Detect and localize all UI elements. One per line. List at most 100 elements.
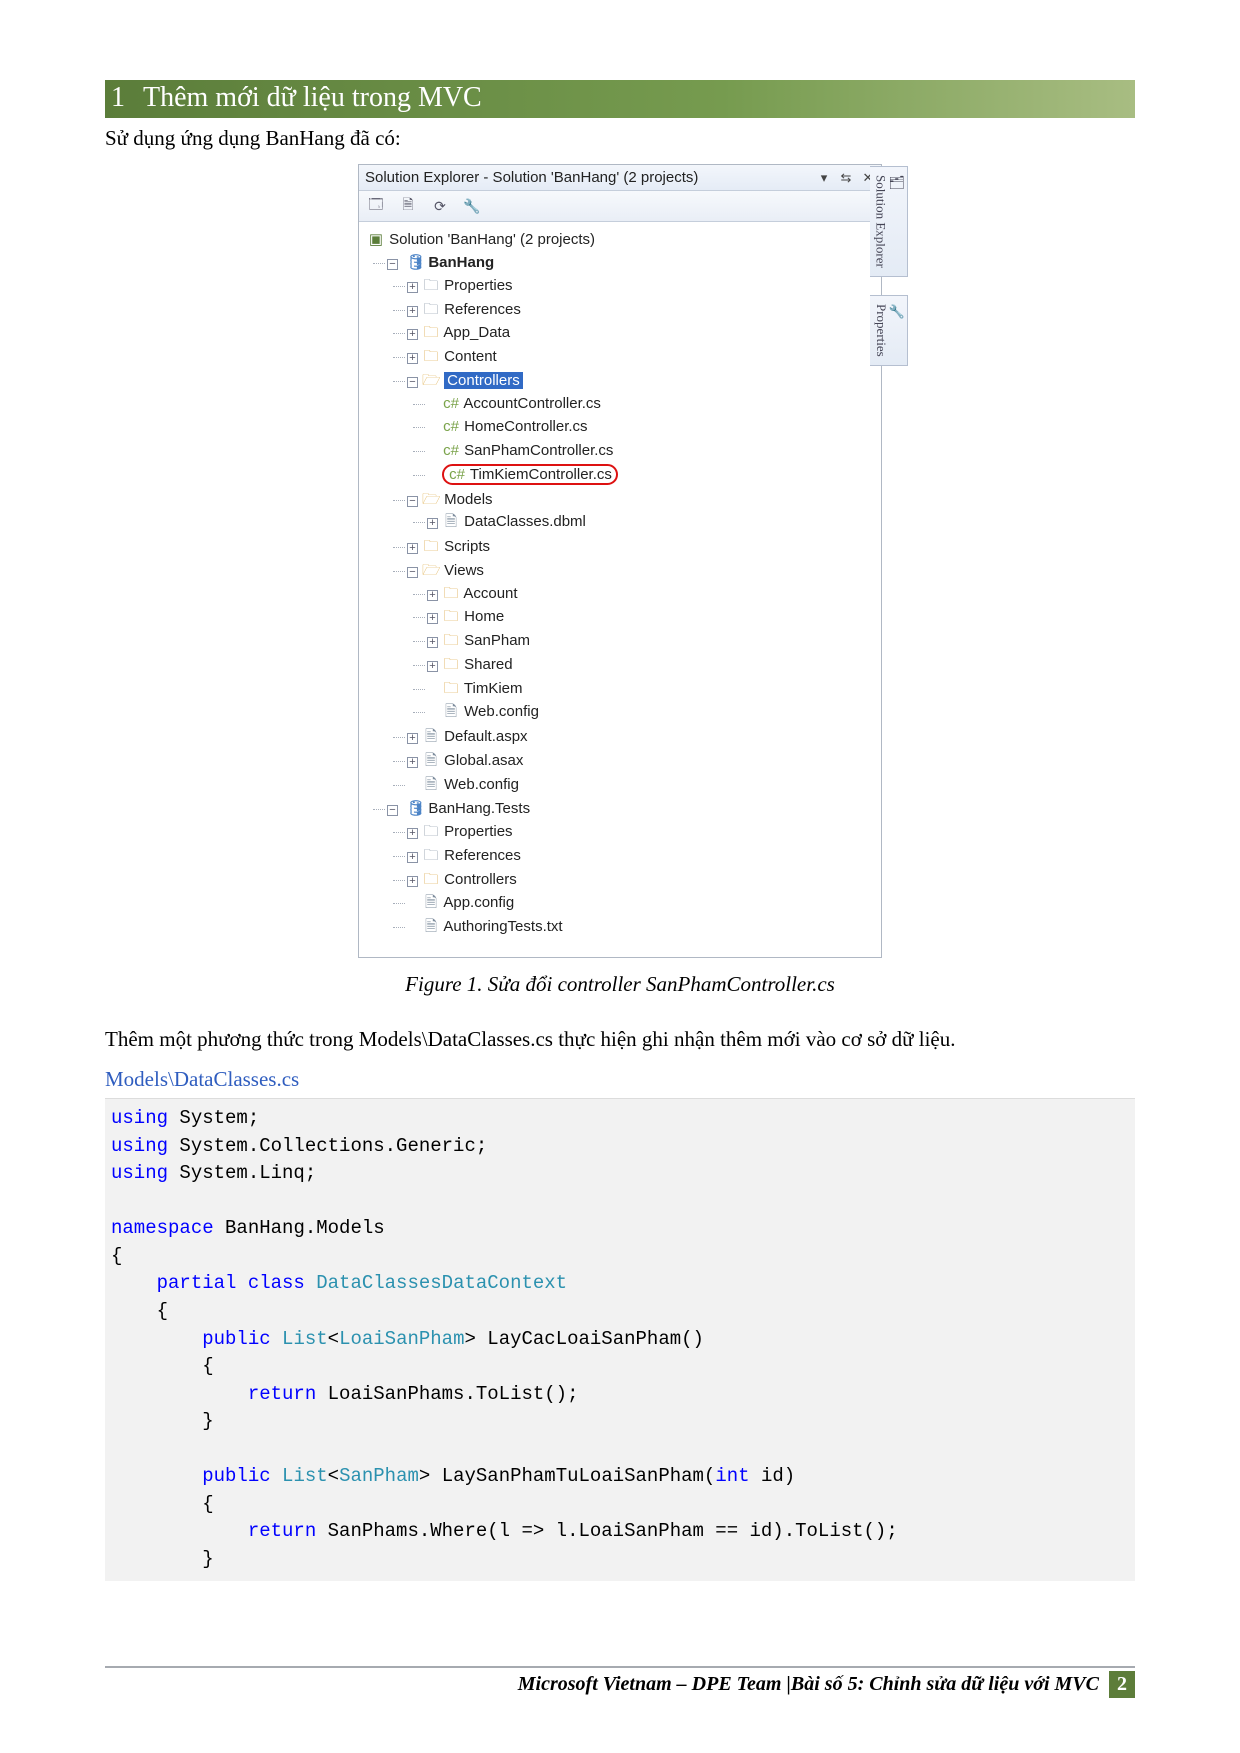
explorer-toolbar: 🗔 🗎 ⟳ 🔧 (359, 191, 881, 222)
tree-node-file[interactable]: +🗎 Default.aspx (407, 725, 877, 749)
tree-node-file[interactable]: 🗎 Web.config (407, 773, 877, 797)
tree-node[interactable]: +🗀 References (407, 298, 877, 322)
expand-icon[interactable]: + (407, 828, 418, 839)
show-all-icon[interactable]: 🗎 (397, 195, 419, 217)
tab-properties[interactable]: 🔧Properties (870, 295, 908, 366)
folder-icon: 🗀 (422, 322, 440, 344)
tree-node-file[interactable]: + 🗎 DataClasses.dbml (427, 510, 877, 534)
tree-node-file[interactable]: 🗎 App.config (407, 891, 877, 915)
tree-label: App_Data (443, 324, 510, 341)
csharp-file-icon: c# (442, 393, 460, 415)
expand-icon[interactable]: + (427, 637, 438, 648)
tree-label: Properties (444, 823, 512, 840)
properties-folder-icon: 🗀 (422, 275, 440, 297)
tab-label: Properties (874, 304, 889, 357)
intro-paragraph: Sử dụng ứng dụng BanHang đã có: (105, 124, 1135, 152)
tree-label: Properties (444, 277, 512, 294)
config-file-icon: 🗎 (422, 892, 440, 914)
properties-icon[interactable]: 🗔 (365, 195, 387, 217)
dbml-file-icon: 🗎 (442, 511, 460, 533)
csharp-file-icon: c# (442, 440, 460, 462)
pin-icon[interactable]: ⇆ (839, 171, 853, 185)
expand-icon[interactable]: + (427, 518, 438, 529)
folder-icon: 🗀 (422, 869, 440, 891)
expand-icon[interactable]: + (407, 353, 418, 364)
tree-label: Web.config (464, 703, 539, 720)
tab-label: Solution Explorer (873, 175, 888, 268)
tree-node-file[interactable]: c# AccountController.cs (427, 392, 877, 416)
tree-node-file-highlighted[interactable]: c# TimKiemController.cs (427, 463, 877, 487)
dropdown-icon[interactable]: ▾ (817, 171, 831, 185)
view-code-icon[interactable]: 🔧 (461, 195, 483, 217)
tree-node-file[interactable]: c# SanPhamController.cs (427, 439, 877, 463)
tree-label: Account (463, 585, 517, 602)
file-path-link: Models\DataClasses.cs (105, 1067, 1135, 1092)
expand-icon[interactable]: + (407, 543, 418, 554)
expand-icon[interactable]: + (427, 590, 438, 601)
tree-label: AccountController.cs (463, 395, 601, 412)
solution-tree[interactable]: ▣ Solution 'BanHang' (2 projects) − 🛢 Ba… (359, 222, 881, 957)
folder-icon: 🗀 (442, 630, 460, 652)
expand-icon[interactable]: + (407, 733, 418, 744)
collapse-icon[interactable]: − (407, 496, 418, 507)
expand-icon[interactable]: + (407, 306, 418, 317)
expand-icon[interactable]: + (427, 661, 438, 672)
tree-label: Content (444, 348, 497, 365)
tree-node-file[interactable]: c# HomeController.cs (427, 415, 877, 439)
footer-text: Microsoft Vietnam – DPE Team |Bài số 5: … (518, 1673, 1099, 1696)
expand-icon[interactable]: + (407, 329, 418, 340)
expand-icon[interactable]: + (407, 876, 418, 887)
tree-node[interactable]: +🗀 Home (427, 605, 877, 629)
solution-icon: ▣ (367, 229, 385, 251)
tree-node[interactable]: +🗀 References (407, 844, 877, 868)
folder-icon: 🗀 (442, 654, 460, 676)
tree-label: HomeController.cs (464, 418, 587, 435)
collapse-icon[interactable]: − (407, 377, 418, 388)
refresh-icon[interactable]: ⟳ (429, 195, 451, 217)
expand-icon[interactable]: + (407, 852, 418, 863)
tree-node[interactable]: +🗀 Scripts (407, 535, 877, 559)
aspx-file-icon: 🗎 (422, 726, 440, 748)
folder-icon: 🗀 (422, 346, 440, 368)
tree-label: Solution 'BanHang' (2 projects) (389, 231, 595, 248)
solution-explorer-panel: Solution Explorer - Solution 'BanHang' (… (358, 164, 882, 958)
expand-icon[interactable]: + (407, 757, 418, 768)
collapse-icon[interactable]: − (407, 567, 418, 578)
tree-node-views[interactable]: −🗁 Views +🗀 Account +🗀 Home +🗀 SanPham +… (407, 559, 877, 725)
tree-label: BanHang.Tests (428, 800, 530, 817)
tree-node[interactable]: +🗀 Account (427, 582, 877, 606)
collapse-icon[interactable]: − (387, 259, 398, 270)
collapse-icon[interactable]: − (387, 805, 398, 816)
expand-icon[interactable]: + (427, 613, 438, 624)
tree-node[interactable]: + 🗀 Properties (407, 274, 877, 298)
tree-node-project[interactable]: − 🛢 BanHang.Tests +🗀 Properties +🗀 Refer… (387, 797, 877, 940)
tree-label: Global.asax (444, 752, 523, 769)
tree-root[interactable]: ▣ Solution 'BanHang' (2 projects) − 🛢 Ba… (367, 228, 877, 941)
references-folder-icon: 🗀 (422, 845, 440, 867)
tree-node-models[interactable]: −🗁 Models +🗎 DataClasses.dbml (407, 488, 877, 536)
tree-label: DataClasses.dbml (464, 513, 586, 530)
tab-solution-explorer[interactable]: 🗂Solution Explorer (870, 166, 908, 277)
expand-icon[interactable]: + (407, 282, 418, 293)
tree-label: Views (444, 562, 484, 579)
tree-node[interactable]: 🗀 TimKiem (427, 677, 877, 701)
tree-node-file[interactable]: 🗎 AuthoringTests.txt (407, 915, 877, 939)
tree-node[interactable]: +🗀 Properties (407, 820, 877, 844)
tree-node-file[interactable]: +🗎 Global.asax (407, 749, 877, 773)
tree-node[interactable]: +🗀 Shared (427, 653, 877, 677)
tree-node-project[interactable]: − 🛢 BanHang +🗀 Properties +🗀 References … (387, 251, 877, 797)
tree-label: AuthoringTests.txt (443, 918, 562, 935)
tree-label: Controllers (444, 871, 517, 888)
tree-node[interactable]: + 🗀 App_Data (407, 321, 877, 345)
tree-node[interactable]: + 🗀 Controllers (407, 868, 877, 892)
heading-number: 1 (111, 82, 125, 114)
folder-open-icon: 🗁 (422, 560, 440, 582)
tree-node[interactable]: +🗀 SanPham (427, 629, 877, 653)
tree-node[interactable]: + 🗀 Content (407, 345, 877, 369)
page-footer: Microsoft Vietnam – DPE Team |Bài số 5: … (105, 1666, 1135, 1698)
tree-node-file[interactable]: 🗎 Web.config (427, 700, 877, 724)
code-snippet: using System; using System.Collections.G… (105, 1098, 1135, 1581)
tree-node-controllers[interactable]: −🗁 Controllers c# AccountController.cs c… (407, 369, 877, 488)
folder-icon: 🗀 (442, 606, 460, 628)
tree-label: Web.config (444, 776, 519, 793)
